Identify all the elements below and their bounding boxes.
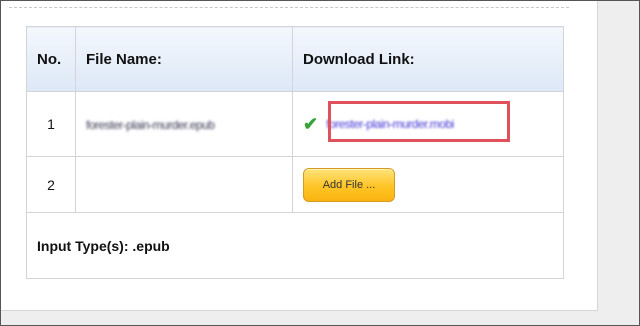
table-row: 2 Add File ... <box>26 156 564 213</box>
add-file-button[interactable]: Add File ... <box>303 167 395 202</box>
table-header-row: No. File Name: Download Link: <box>26 26 564 92</box>
table-row: 1 forester-plain-murder.epub ✔ forester-p… <box>26 91 564 157</box>
row-number: 1 <box>26 91 76 157</box>
file-table: No. File Name: Download Link: 1 forester… <box>26 26 564 279</box>
file-name-text: forester-plain-murder.epub <box>86 118 215 132</box>
file-name-cell: forester-plain-murder.epub <box>75 91 293 157</box>
header-download-link: Download Link: <box>292 26 564 92</box>
download-link[interactable]: forester-plain-murder.mobi <box>326 117 454 131</box>
input-types-label: Input Type(s): .epub <box>26 212 564 279</box>
check-icon: ✔ <box>303 113 319 134</box>
header-no: No. <box>26 26 76 92</box>
header-file-name: File Name: <box>75 26 293 92</box>
download-link-cell: ✔ forester-plain-murder.mobi <box>292 91 564 157</box>
add-file-cell: Add File ... <box>292 156 564 213</box>
input-types-row: Input Type(s): .epub <box>26 212 564 279</box>
file-name-cell <box>75 156 293 213</box>
dashed-divider <box>9 7 569 8</box>
row-number: 2 <box>26 156 76 213</box>
